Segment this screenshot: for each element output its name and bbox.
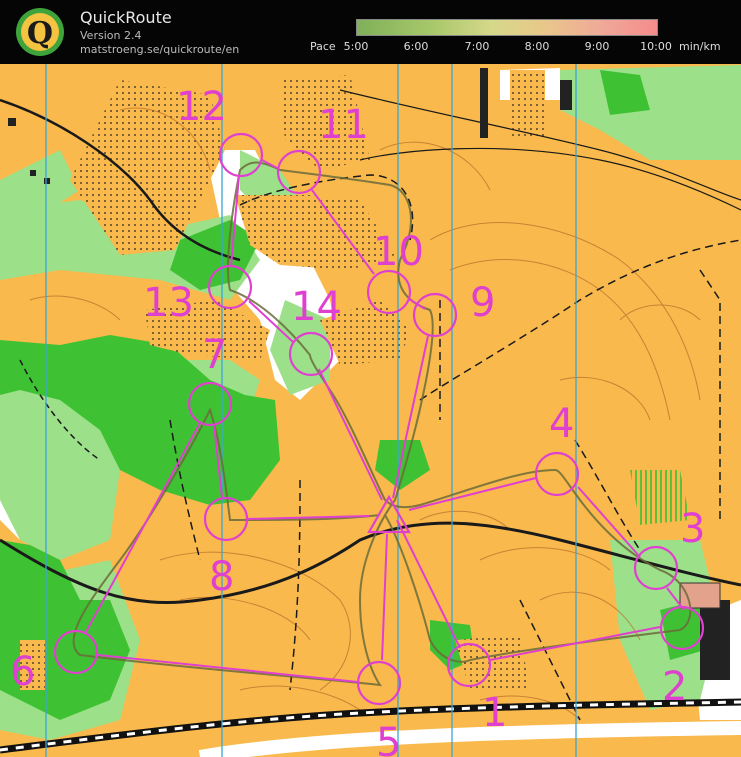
control-label: 14 bbox=[291, 284, 342, 330]
control-label: 5 bbox=[376, 720, 401, 757]
app-title: QuickRoute bbox=[80, 8, 172, 27]
control-label: 6 bbox=[10, 649, 35, 695]
app-url[interactable]: matstroeng.se/quickroute/en bbox=[80, 43, 239, 56]
pace-tick: 9:00 bbox=[584, 40, 610, 53]
pace-tick: 5:00 bbox=[343, 40, 369, 53]
control-label: 1 bbox=[482, 690, 507, 736]
control-label: 3 bbox=[680, 506, 705, 552]
quickroute-logo-icon: Q bbox=[16, 8, 64, 56]
pace-label: Pace bbox=[310, 40, 336, 53]
control-label: 8 bbox=[209, 554, 234, 600]
control-label: 12 bbox=[176, 84, 227, 130]
pace-color-scale bbox=[356, 19, 658, 36]
pace-tick: 10:00 bbox=[640, 40, 672, 53]
control-label: 11 bbox=[318, 102, 369, 148]
control-label: 13 bbox=[143, 280, 194, 326]
pace-tick: 6:00 bbox=[403, 40, 429, 53]
pace-unit: min/km bbox=[679, 40, 721, 53]
orienteering-map[interactable]: 1 2 3 4 5 6 7 8 9 10 11 12 13 14 bbox=[0, 64, 741, 757]
control-label: 4 bbox=[549, 401, 574, 447]
control-label: 9 bbox=[470, 280, 495, 326]
quickroute-header: Q QuickRoute Version 2.4 matstroeng.se/q… bbox=[0, 0, 741, 64]
app-version: Version 2.4 bbox=[80, 29, 142, 42]
pace-tick: 7:00 bbox=[464, 40, 490, 53]
control-label: 10 bbox=[373, 229, 424, 275]
pink-building bbox=[679, 582, 721, 609]
svg-text:Q: Q bbox=[27, 16, 53, 51]
pace-tick: 8:00 bbox=[524, 40, 550, 53]
control-label: 7 bbox=[202, 332, 227, 378]
control-label: 2 bbox=[662, 664, 687, 710]
